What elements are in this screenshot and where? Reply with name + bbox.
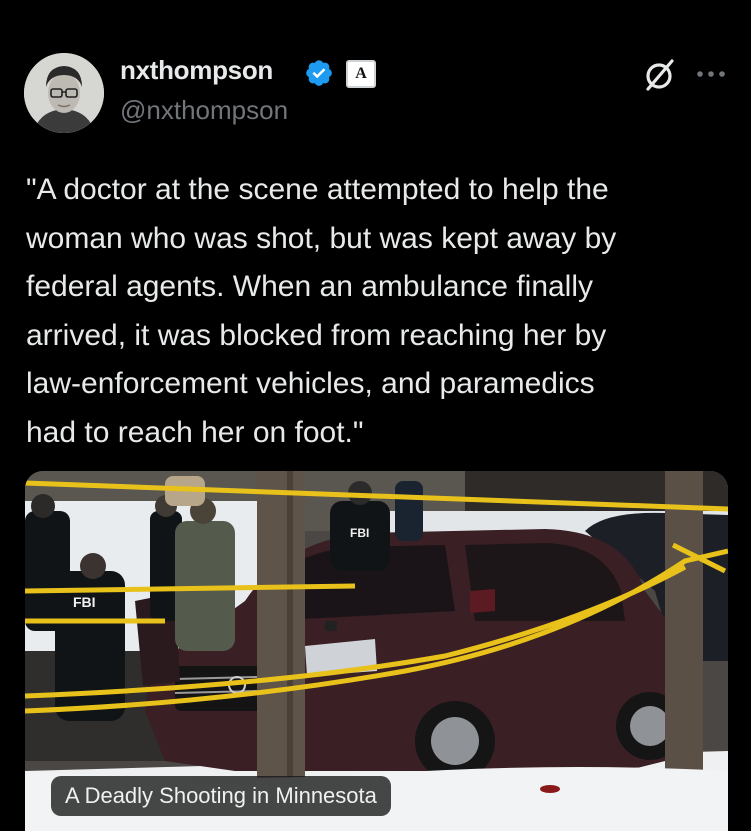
- avatar-image: [24, 53, 104, 133]
- more-options-icon[interactable]: [691, 64, 731, 84]
- vest-label: FBI: [350, 526, 369, 540]
- media-caption: A Deadly Shooting in Minnesota: [51, 776, 391, 816]
- affiliate-badge[interactable]: A: [346, 60, 376, 88]
- grok-icon[interactable]: [640, 55, 680, 95]
- author-handle[interactable]: @nxthompson: [120, 95, 288, 126]
- author-avatar[interactable]: [24, 53, 104, 133]
- vest-label: FBI: [73, 594, 96, 610]
- author-display-name[interactable]: nxthompson: [120, 55, 273, 86]
- verified-badge-icon[interactable]: [304, 58, 334, 88]
- tweet-text: "A doctor at the scene attempted to help…: [26, 173, 617, 449]
